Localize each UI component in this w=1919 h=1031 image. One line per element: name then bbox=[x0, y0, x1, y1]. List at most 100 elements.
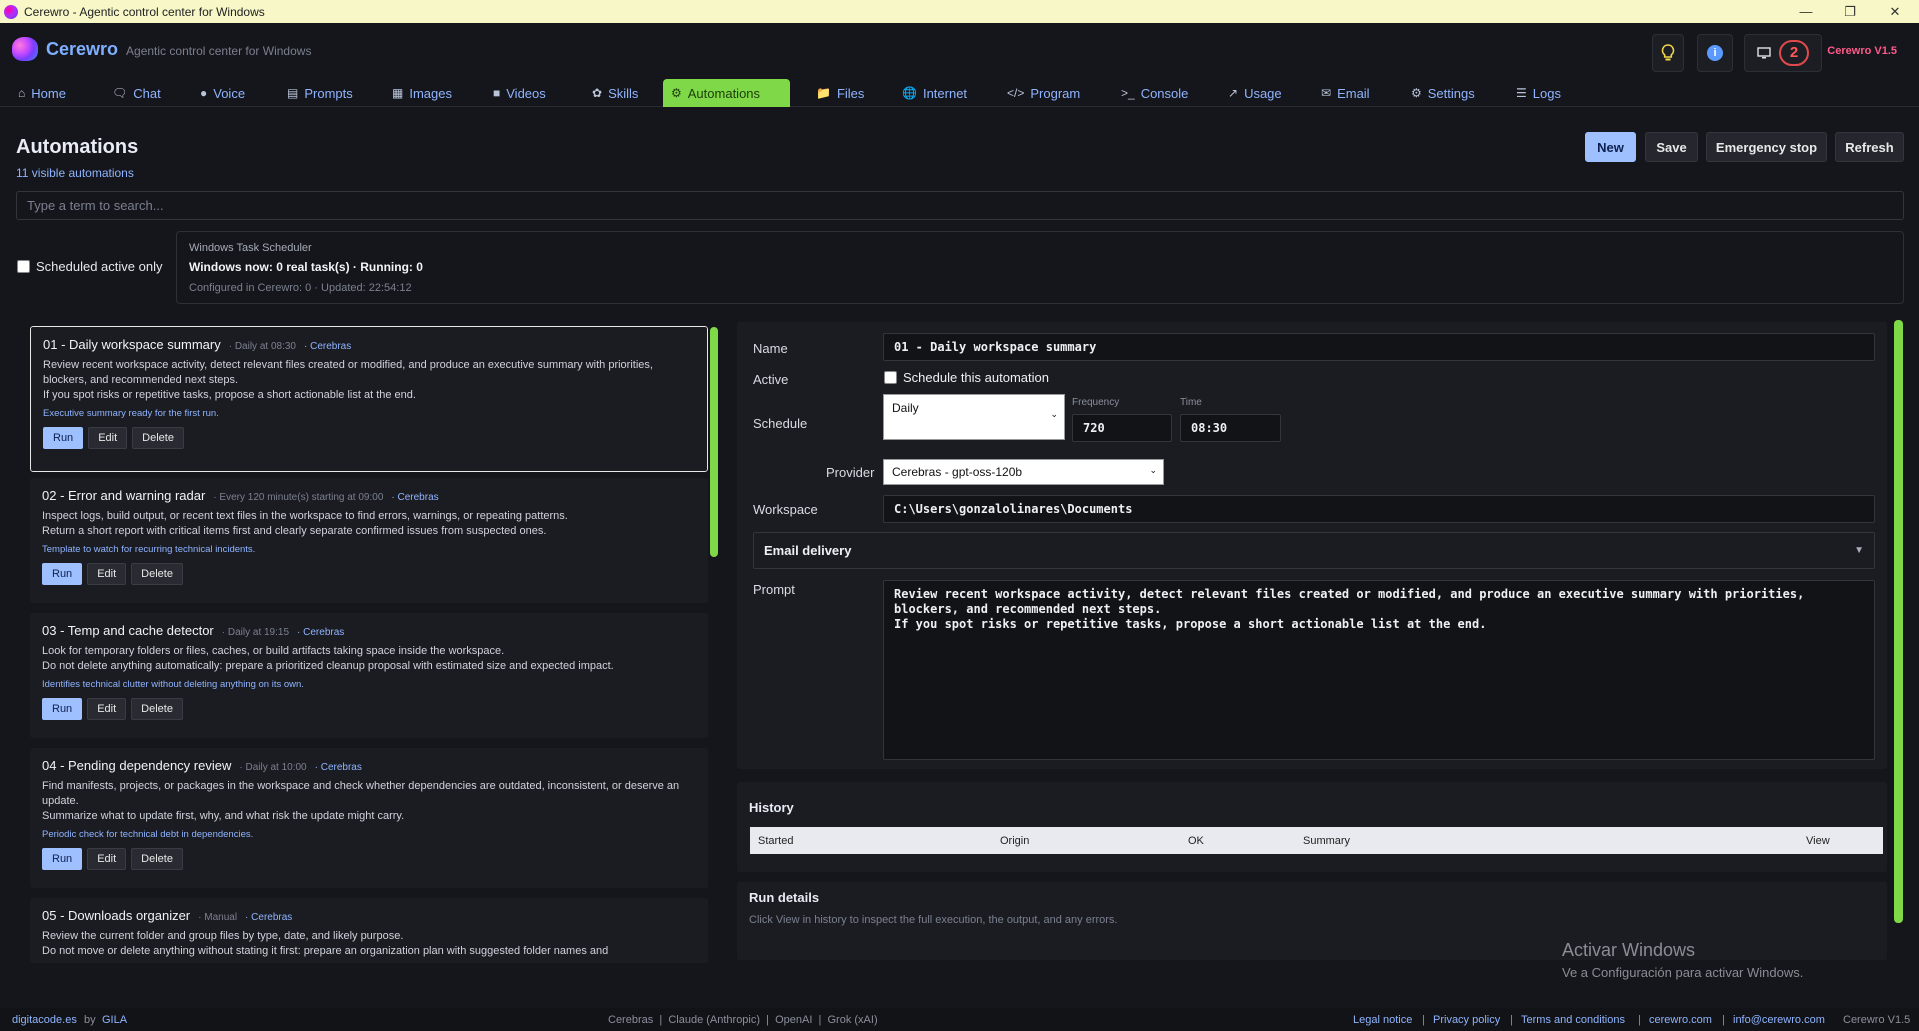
home-icon: ⌂ bbox=[18, 86, 25, 100]
monitor-notifications-button[interactable]: 2 bbox=[1744, 34, 1822, 72]
nav-skills[interactable]: ✿Skills bbox=[584, 79, 646, 107]
nav-settings[interactable]: ⚙Settings bbox=[1403, 79, 1483, 107]
history-col-origin: Origin bbox=[1000, 835, 1029, 847]
automation-card[interactable]: 03 - Temp and cache detector· Daily at 1… bbox=[30, 613, 708, 738]
automation-editor: Name 01 - Daily workspace summary Active… bbox=[737, 322, 1897, 962]
save-button[interactable]: Save bbox=[1645, 132, 1698, 162]
edit-button[interactable]: Edit bbox=[87, 563, 126, 585]
contact-email-link[interactable]: info@cerewro.com bbox=[1733, 1014, 1825, 1026]
editor-scrollbar[interactable] bbox=[1894, 320, 1903, 923]
nav-automations[interactable]: ⚙Automations bbox=[663, 79, 790, 107]
nav-program[interactable]: </>Program bbox=[999, 79, 1088, 107]
terminal-icon: >_ bbox=[1121, 86, 1135, 100]
minimize-icon[interactable]: — bbox=[1783, 0, 1829, 23]
run-details-title: Run details bbox=[749, 890, 819, 905]
new-button[interactable]: New bbox=[1585, 132, 1636, 162]
delete-button[interactable]: Delete bbox=[131, 563, 183, 585]
delete-button[interactable]: Delete bbox=[131, 698, 183, 720]
refresh-button[interactable]: Refresh bbox=[1835, 132, 1904, 162]
history-col-ok: OK bbox=[1188, 835, 1204, 847]
active-label: Active bbox=[753, 372, 788, 387]
scheduled-active-label: Scheduled active only bbox=[36, 259, 162, 274]
brain-icon: ✿ bbox=[592, 86, 602, 100]
automation-schedule: · Manual bbox=[198, 912, 237, 923]
nav-files[interactable]: 📁Files bbox=[808, 79, 872, 107]
app-footer: digitacode.es by GILA Cerebras | Claude … bbox=[0, 1008, 1919, 1031]
run-button[interactable]: Run bbox=[42, 848, 82, 870]
automation-card[interactable]: 01 - Daily workspace summary· Daily at 0… bbox=[30, 326, 708, 472]
email-delivery-toggle[interactable]: Email delivery ▼ bbox=[753, 532, 1875, 569]
nav-usage[interactable]: ↗Usage bbox=[1220, 79, 1290, 107]
search-input[interactable]: Type a term to search... bbox=[16, 191, 1904, 220]
editor-form: Name 01 - Daily workspace summary Active… bbox=[737, 322, 1887, 769]
schedule-automation-toggle[interactable]: Schedule this automation bbox=[884, 370, 1049, 385]
time-input[interactable]: 08:30 bbox=[1180, 414, 1281, 442]
page-title: Automations bbox=[16, 136, 138, 159]
prompt-textarea[interactable]: Review recent workspace activity, detect… bbox=[883, 580, 1875, 760]
name-input[interactable]: 01 - Daily workspace summary bbox=[883, 333, 1875, 361]
nav-internet[interactable]: 🌐Internet bbox=[894, 79, 975, 107]
run-button[interactable]: Run bbox=[42, 698, 82, 720]
automation-list: 01 - Daily workspace summary· Daily at 0… bbox=[22, 323, 720, 963]
nav-voice[interactable]: ●Voice bbox=[192, 79, 253, 107]
window-title: Cerewro - Agentic control center for Win… bbox=[24, 5, 265, 19]
brain-logo-icon bbox=[12, 37, 38, 61]
nav-prompts[interactable]: ▤Prompts bbox=[279, 79, 361, 107]
automation-card[interactable]: 02 - Error and warning radar· Every 120 … bbox=[30, 478, 708, 603]
schedule-automation-label: Schedule this automation bbox=[903, 370, 1049, 385]
automation-card[interactable]: 05 - Downloads organizer· Manual· Cerebr… bbox=[30, 898, 708, 963]
edit-button[interactable]: Edit bbox=[87, 698, 126, 720]
website-link[interactable]: cerewro.com bbox=[1649, 1014, 1712, 1026]
lightbulb-button[interactable] bbox=[1652, 34, 1684, 72]
scheduled-active-filter[interactable]: Scheduled active only bbox=[17, 259, 162, 274]
nav-chat[interactable]: 🗨Chat bbox=[104, 79, 169, 107]
nav-logs[interactable]: ☰Logs bbox=[1508, 79, 1569, 107]
automation-count: 11 visible automations bbox=[16, 166, 134, 180]
edit-button[interactable]: Edit bbox=[87, 848, 126, 870]
provider-select[interactable]: Cerebras - gpt-oss-120b ⌄ bbox=[883, 459, 1164, 485]
mic-icon: ● bbox=[200, 86, 207, 100]
mail-icon: ✉ bbox=[1321, 86, 1331, 100]
nav-home[interactable]: ⌂Home bbox=[10, 79, 74, 107]
automation-provider: · Cerebras bbox=[297, 627, 344, 638]
automation-schedule: · Daily at 08:30 bbox=[229, 341, 296, 352]
footer-separator: | bbox=[1722, 1014, 1725, 1026]
footer-site-link[interactable]: digitacode.es bbox=[12, 1014, 77, 1026]
workspace-label: Workspace bbox=[753, 502, 818, 517]
delete-button[interactable]: Delete bbox=[132, 427, 184, 449]
activation-subtitle: Ve a Configuración para activar Windows. bbox=[1562, 965, 1803, 980]
delete-button[interactable]: Delete bbox=[131, 848, 183, 870]
nav-videos[interactable]: ■Videos bbox=[485, 79, 554, 107]
chevron-down-icon: ⌄ bbox=[1149, 465, 1157, 476]
frequency-input[interactable]: 720 bbox=[1072, 414, 1172, 442]
workspace-input[interactable]: C:\Users\gonzalolinares\Documents bbox=[883, 495, 1875, 523]
nav-images[interactable]: ▦Images bbox=[384, 79, 460, 107]
info-icon: i bbox=[1707, 45, 1723, 61]
automation-card[interactable]: 04 - Pending dependency review· Daily at… bbox=[30, 748, 708, 888]
info-button[interactable]: i bbox=[1697, 34, 1733, 72]
close-icon[interactable]: ✕ bbox=[1872, 0, 1918, 23]
schedule-select[interactable]: Daily ⌄ bbox=[883, 394, 1065, 440]
image-icon: ▦ bbox=[392, 86, 403, 100]
windows-activation-watermark: Activar Windows Ve a Configuración para … bbox=[1562, 940, 1803, 980]
nav-email[interactable]: ✉Email bbox=[1313, 79, 1378, 107]
scheduled-active-checkbox[interactable] bbox=[17, 260, 30, 273]
scheduler-title: Windows Task Scheduler bbox=[189, 242, 1891, 254]
terms-link[interactable]: Terms and conditions bbox=[1521, 1014, 1625, 1026]
emergency-stop-button[interactable]: Emergency stop bbox=[1706, 132, 1827, 162]
app-logo[interactable]: Cerewro Agentic control center for Windo… bbox=[12, 37, 311, 61]
footer-author-link[interactable]: GILA bbox=[102, 1014, 127, 1026]
automation-description: Review the current folder and group file… bbox=[42, 929, 696, 944]
run-button[interactable]: Run bbox=[42, 563, 82, 585]
restore-icon[interactable]: ❐ bbox=[1827, 0, 1873, 23]
privacy-policy-link[interactable]: Privacy policy bbox=[1433, 1014, 1500, 1026]
list-scrollbar[interactable] bbox=[710, 327, 718, 557]
automation-description: Do not delete anything automatically: pr… bbox=[42, 659, 696, 674]
lightbulb-icon bbox=[1661, 44, 1675, 62]
automation-provider: · Cerebras bbox=[245, 912, 292, 923]
legal-notice-link[interactable]: Legal notice bbox=[1353, 1014, 1412, 1026]
run-button[interactable]: Run bbox=[43, 427, 83, 449]
edit-button[interactable]: Edit bbox=[88, 427, 127, 449]
nav-console[interactable]: >_Console bbox=[1113, 79, 1196, 107]
schedule-automation-checkbox[interactable] bbox=[884, 371, 897, 384]
